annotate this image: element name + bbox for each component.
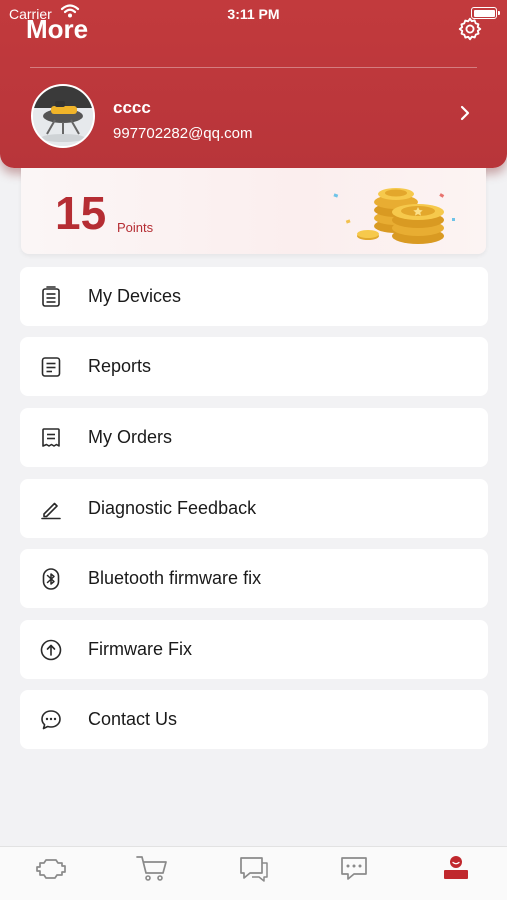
menu-item-diagnostic-feedback[interactable]: Diagnostic Feedback	[20, 479, 488, 538]
chevron-right-icon[interactable]	[457, 104, 473, 122]
tab-cart-icon[interactable]	[134, 853, 170, 883]
points-value: 15	[55, 187, 107, 239]
tab-message-icon[interactable]	[236, 853, 272, 883]
header: Carrier 3:11 PM More cccc 997702282@qq.c…	[0, 0, 507, 168]
menu-label: Firmware Fix	[88, 639, 192, 659]
menu-item-my-orders[interactable]: My Orders	[20, 408, 488, 467]
menu-item-firmware-fix[interactable]: Firmware Fix	[20, 620, 488, 679]
avatar[interactable]	[31, 84, 95, 148]
menu-label: My Devices	[88, 286, 182, 306]
bluetooth-icon	[42, 568, 60, 590]
upload-arrow-icon	[40, 639, 62, 661]
header-divider	[30, 67, 477, 68]
points-label: Points	[117, 220, 154, 235]
page-title: More	[26, 14, 89, 44]
menu-label: My Orders	[88, 427, 173, 447]
gold-coins-illustration	[333, 188, 455, 244]
username: cccc	[113, 98, 151, 117]
chat-bubble-icon	[41, 710, 61, 730]
tab-profile-icon[interactable]	[438, 853, 474, 883]
menu-label: Bluetooth firmware fix	[88, 568, 262, 588]
menu-item-bluetooth-firmware-fix[interactable]: Bluetooth firmware fix	[20, 549, 488, 608]
points-card[interactable]: 15 Points	[21, 168, 486, 254]
menu-item-my-devices[interactable]: My Devices	[20, 267, 488, 326]
document-icon	[41, 357, 61, 377]
user-email: 997702282@qq.com	[113, 125, 253, 142]
tab-bar	[0, 846, 507, 900]
avatar-photo	[33, 86, 93, 146]
receipt-icon	[42, 428, 60, 447]
profile-row[interactable]: cccc 997702282@qq.com	[0, 80, 507, 150]
tab-engine-icon[interactable]	[34, 853, 70, 883]
menu-item-reports[interactable]: Reports	[20, 337, 488, 396]
menu-label: Reports	[88, 356, 152, 376]
settings-gear-icon[interactable]	[457, 16, 483, 42]
menu-item-contact-us[interactable]: Contact Us	[20, 690, 488, 749]
pencil-icon	[41, 502, 61, 520]
tab-chat-icon[interactable]	[336, 853, 372, 883]
menu-label: Diagnostic Feedback	[88, 498, 257, 518]
menu-label: Contact Us	[88, 709, 178, 729]
devices-icon	[42, 286, 60, 307]
